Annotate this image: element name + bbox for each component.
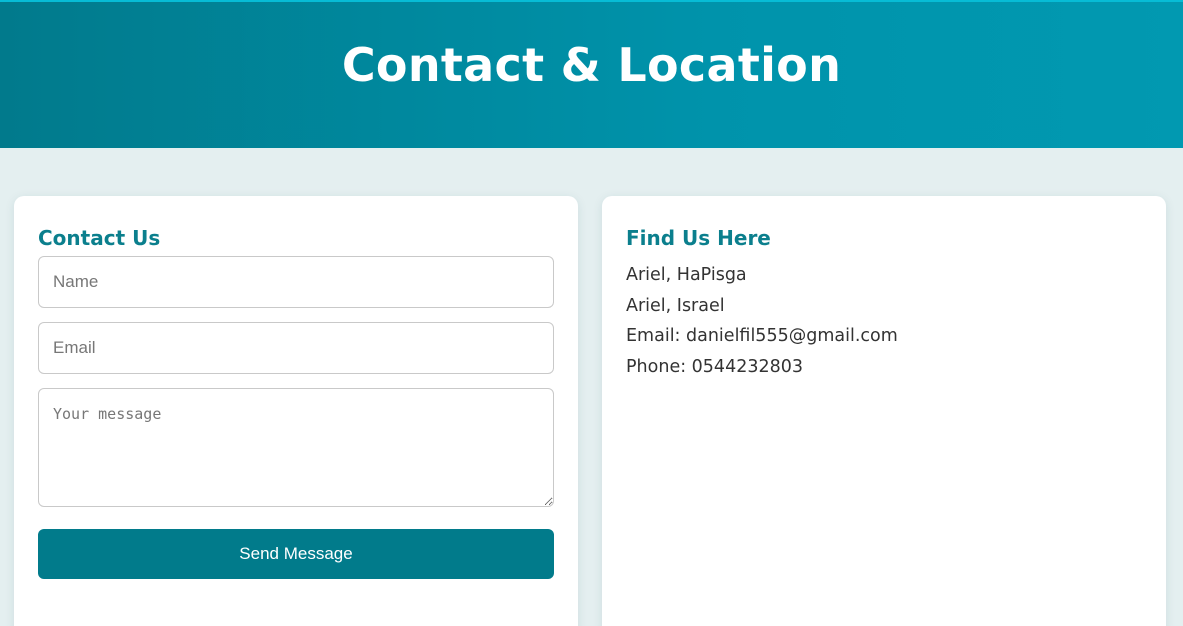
page-title: Contact & Location — [341, 38, 842, 92]
name-input[interactable] — [38, 256, 554, 308]
contact-phone: Phone: 0544232803 — [626, 357, 804, 378]
page-header: Contact & Location — [0, 0, 1183, 148]
address-street: Ariel, HaPisga — [626, 265, 747, 285]
message-textarea[interactable] — [38, 388, 554, 507]
location-card: Find Us Here Ariel, HaPisga Ariel, Israe… — [602, 196, 1166, 626]
location-details: Ariel, HaPisga Ariel, Israel Email: dani… — [626, 260, 898, 383]
send-message-button[interactable]: Send Message — [38, 529, 554, 579]
contact-form-card: Contact Us Send Message — [14, 196, 578, 626]
contact-email: Email: danielfil555@gmail.com — [626, 326, 898, 347]
address-city: Ariel, Israel — [626, 295, 725, 316]
location-title: Find Us Here — [626, 226, 771, 250]
contact-form-title: Contact Us — [38, 226, 161, 250]
email-input[interactable] — [38, 322, 554, 374]
